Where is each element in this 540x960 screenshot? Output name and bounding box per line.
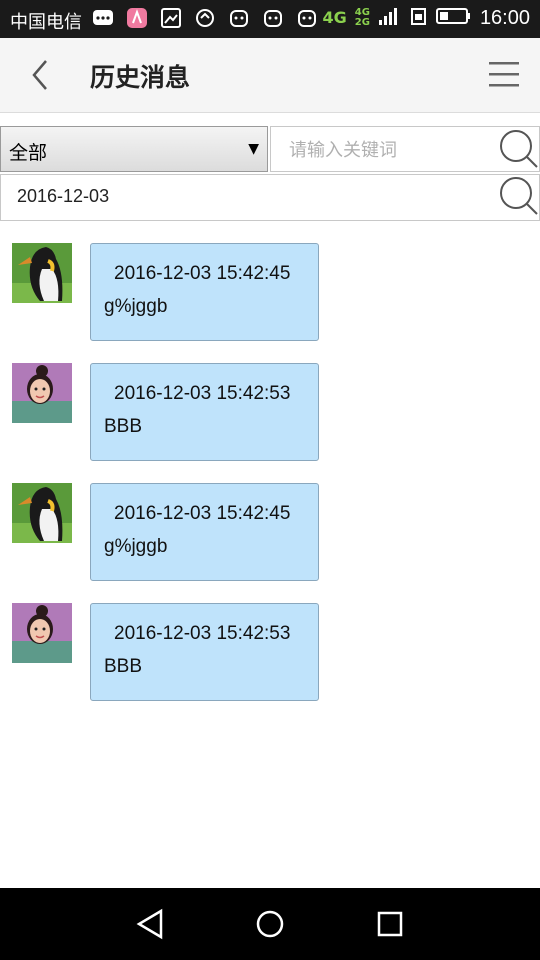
- nav-back-button[interactable]: [130, 906, 170, 942]
- message-text: g%jggb: [104, 536, 168, 557]
- message-bubble[interactable]: 2016-12-03 15:42:45 g%jggb: [90, 483, 319, 581]
- circle-home-icon: [256, 910, 284, 938]
- system-indicators: 4G 4G 2G 16:00: [323, 6, 531, 30]
- network-4g-label: 4G: [322, 8, 347, 27]
- image-icon: [160, 7, 182, 29]
- filter-row: 全部 ▼: [0, 126, 540, 174]
- category-select[interactable]: 全部 ▼: [0, 126, 268, 172]
- keyword-search-button[interactable]: [497, 127, 540, 171]
- chevron-left-icon: [32, 60, 47, 90]
- nav-home-button[interactable]: [250, 906, 290, 942]
- message-bubble[interactable]: 2016-12-03 15:42:53 BBB: [90, 363, 319, 461]
- category-select-value: 全部: [9, 142, 48, 164]
- navigation-bar: [0, 888, 540, 960]
- keyword-input[interactable]: [287, 136, 491, 164]
- page-title: 历史消息: [90, 63, 191, 92]
- network-dual-label: 4G 2G: [355, 8, 370, 28]
- message-time: 2016-12-03 15:42:45: [114, 503, 291, 524]
- girl-avatar[interactable]: [12, 603, 72, 663]
- chat-icon: [92, 7, 114, 29]
- status-bar: 中国电信 4G 4G 2G 16:00: [0, 0, 540, 38]
- network-sub2-label: 2G: [354, 17, 370, 28]
- cat-icon: [262, 7, 284, 29]
- cat-icon: [296, 7, 318, 29]
- message-bubble[interactable]: 2016-12-03 15:42:45 g%jggb: [90, 243, 319, 341]
- message-time: 2016-12-03 15:42:53: [114, 383, 291, 404]
- penguin-avatar[interactable]: [12, 483, 72, 543]
- message-item: 2016-12-03 15:42:53 BBB: [0, 603, 540, 703]
- message-bubble[interactable]: 2016-12-03 15:42:53 BBB: [90, 603, 319, 701]
- title-bar: 历史消息: [0, 38, 540, 113]
- search-icon: [500, 177, 538, 215]
- menu-button[interactable]: [486, 60, 522, 90]
- sim-icon: [410, 6, 428, 30]
- message-text: BBB: [104, 416, 143, 437]
- search-icon: [500, 130, 538, 168]
- notification-icons: [92, 7, 318, 29]
- penguin-avatar[interactable]: [12, 243, 72, 303]
- battery-icon: [435, 7, 472, 29]
- keyword-field[interactable]: [270, 126, 540, 172]
- app-icon: [126, 7, 148, 29]
- girl-avatar[interactable]: [12, 363, 72, 423]
- message-text: g%jggb: [104, 296, 168, 317]
- clock: 16:00: [479, 6, 530, 29]
- message-time: 2016-12-03 15:42:45: [114, 263, 291, 284]
- dropdown-arrow-icon: ▼: [248, 141, 259, 157]
- date-field[interactable]: 2016-12-03: [0, 174, 540, 221]
- cat-icon: [228, 7, 250, 29]
- sync-icon: [194, 7, 216, 29]
- date-search-button[interactable]: [497, 174, 540, 218]
- signal-icon: [378, 6, 402, 30]
- square-recents-icon: [377, 911, 403, 937]
- back-button[interactable]: [24, 55, 58, 95]
- message-item: 2016-12-03 15:42:45 g%jggb: [0, 243, 540, 343]
- message-text: BBB: [104, 656, 143, 677]
- carrier-label: 中国电信: [10, 12, 82, 33]
- message-time: 2016-12-03 15:42:53: [114, 623, 291, 644]
- date-value: 2016-12-03: [17, 186, 110, 206]
- hamburger-icon: [489, 62, 519, 87]
- message-item: 2016-12-03 15:42:45 g%jggb: [0, 483, 540, 583]
- message-item: 2016-12-03 15:42:53 BBB: [0, 363, 540, 463]
- triangle-back-icon: [136, 908, 163, 940]
- nav-recents-button[interactable]: [370, 906, 410, 942]
